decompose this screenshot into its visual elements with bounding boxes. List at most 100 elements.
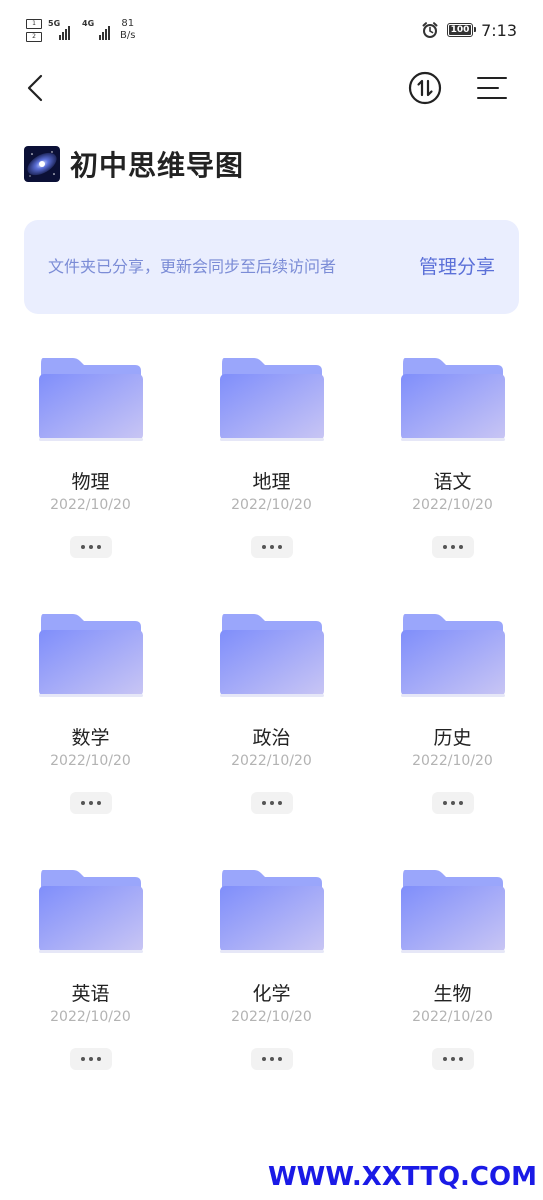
folder-name: 生物 [433, 983, 472, 1005]
share-message: 文件夹已分享，更新会同步至后续访问者 [48, 257, 337, 276]
more-options-button[interactable] [250, 536, 293, 558]
folder-icon [400, 614, 505, 697]
folder-date: 2022/10/20 [231, 497, 312, 513]
folder-icon [38, 870, 143, 953]
folder-item[interactable]: 地理 2022/10/20 [181, 346, 362, 576]
alarm-icon [421, 21, 439, 39]
battery-icon: 100 [447, 23, 477, 37]
folder-date: 2022/10/20 [231, 1009, 312, 1025]
more-dot-icon [269, 801, 274, 805]
more-dot-icon [277, 1057, 282, 1061]
more-dot-icon [458, 545, 463, 549]
more-dot-icon [442, 545, 447, 549]
more-dot-icon [261, 1057, 266, 1061]
folder-item[interactable]: 化学 2022/10/20 [181, 858, 362, 1088]
more-options-button[interactable] [250, 1048, 293, 1070]
network-type-label: 4G [82, 19, 95, 28]
folder-icon [400, 358, 505, 441]
more-dot-icon [458, 801, 463, 805]
folder-item[interactable]: 生物 2022/10/20 [362, 858, 543, 1088]
menu-button[interactable] [470, 66, 514, 110]
network-speed-unit: B/s [120, 30, 136, 41]
folder-icon [219, 614, 324, 697]
watermark-text: WWW.XXTTQ.COM [268, 1162, 537, 1192]
folder-icon [219, 870, 324, 953]
more-options-button[interactable] [69, 536, 112, 558]
network-type-label: 5G [48, 19, 61, 28]
more-dot-icon [96, 1057, 101, 1061]
signal-icon: 4G [82, 20, 110, 40]
folder-item[interactable]: 物理 2022/10/20 [0, 346, 181, 576]
sim2-label: 2 [32, 32, 36, 40]
status-bar-right: 100 7:13 [421, 18, 517, 42]
back-button[interactable] [14, 66, 58, 110]
folder-date: 2022/10/20 [412, 1009, 493, 1025]
more-dot-icon [450, 545, 455, 549]
galaxy-thumbnail-icon [24, 146, 60, 182]
more-dot-icon [261, 801, 266, 805]
share-banner: 文件夹已分享，更新会同步至后续访问者 管理分享 [24, 220, 519, 314]
status-bar: 1 2 5G 4G 81 B/s 100 7:13 [0, 0, 543, 56]
more-dot-icon [96, 545, 101, 549]
battery-level-text: 100 [450, 25, 470, 35]
more-dot-icon [96, 801, 101, 805]
more-dot-icon [88, 801, 93, 805]
folder-icon [38, 614, 143, 697]
more-dot-icon [277, 545, 282, 549]
sort-button[interactable] [403, 66, 447, 110]
folder-name: 英语 [71, 983, 110, 1005]
more-dot-icon [88, 1057, 93, 1061]
toolbar [0, 60, 543, 116]
folder-date: 2022/10/20 [50, 497, 131, 513]
folder-icon [38, 358, 143, 441]
network-speed-value: 81 [121, 18, 135, 29]
title-row: 初中思维导图 [24, 144, 244, 184]
folder-date: 2022/10/20 [50, 753, 131, 769]
more-dot-icon [458, 1057, 463, 1061]
more-dot-icon [277, 801, 282, 805]
folder-name: 历史 [433, 727, 472, 749]
more-dot-icon [80, 545, 85, 549]
status-bar-left: 1 2 5G 4G 81 B/s [26, 16, 135, 44]
status-time: 7:13 [481, 20, 517, 40]
more-options-button[interactable] [69, 1048, 112, 1070]
folder-date: 2022/10/20 [50, 1009, 131, 1025]
page-title: 初中思维导图 [70, 149, 245, 182]
more-options-button[interactable] [250, 792, 293, 814]
more-options-button[interactable] [431, 1048, 474, 1070]
more-dot-icon [80, 801, 85, 805]
more-dot-icon [450, 801, 455, 805]
signal-icon: 5G [48, 20, 70, 40]
folder-icon [219, 358, 324, 441]
back-arrow-icon [27, 74, 43, 102]
folder-name: 地理 [252, 471, 291, 493]
more-options-button[interactable] [431, 536, 474, 558]
more-dot-icon [269, 1057, 274, 1061]
more-dot-icon [88, 545, 93, 549]
more-dot-icon [442, 801, 447, 805]
more-options-button[interactable] [431, 792, 474, 814]
folder-item[interactable]: 英语 2022/10/20 [0, 858, 181, 1088]
more-dot-icon [80, 1057, 85, 1061]
folder-item[interactable]: 政治 2022/10/20 [181, 602, 362, 832]
more-dot-icon [442, 1057, 447, 1061]
more-dot-icon [269, 545, 274, 549]
folder-date: 2022/10/20 [231, 753, 312, 769]
folder-name: 物理 [71, 471, 110, 493]
sort-icon [408, 71, 442, 105]
sim-card-icon: 1 [26, 18, 42, 29]
network-speed: 81 B/s [120, 18, 135, 42]
folder-date: 2022/10/20 [412, 497, 493, 513]
folder-item[interactable]: 语文 2022/10/20 [362, 346, 543, 576]
sim-cards: 1 2 [26, 18, 42, 42]
folder-item[interactable]: 历史 2022/10/20 [362, 602, 543, 832]
folder-name: 化学 [252, 983, 291, 1005]
folder-name: 语文 [433, 471, 472, 493]
manage-share-button[interactable]: 管理分享 [419, 220, 495, 314]
sim1-label: 1 [32, 19, 36, 27]
folder-icon [400, 870, 505, 953]
folder-item[interactable]: 数学 2022/10/20 [0, 602, 181, 832]
folder-date: 2022/10/20 [412, 753, 493, 769]
menu-icon [477, 77, 507, 99]
more-options-button[interactable] [69, 792, 112, 814]
